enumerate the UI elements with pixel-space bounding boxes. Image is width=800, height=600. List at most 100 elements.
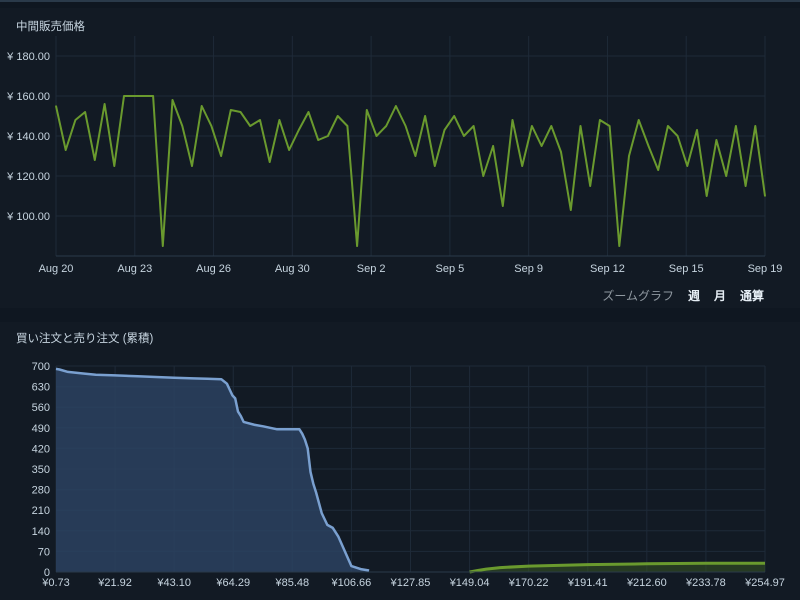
price-data-point	[317, 139, 320, 141]
price-y-tick-label: ¥ 140.00	[6, 131, 50, 143]
price-data-point	[142, 95, 145, 97]
depth-y-tick-label: 280	[32, 485, 50, 497]
price-data-point	[540, 145, 543, 147]
price-data-point	[64, 149, 67, 151]
price-data-point	[501, 205, 504, 207]
depth-x-tick-label: ¥0.73	[41, 577, 70, 589]
depth-y-tick-label: 420	[32, 443, 50, 455]
zoom-controls: ズームグラフ 週 月 通算	[602, 287, 764, 304]
price-data-point	[123, 95, 125, 97]
price-x-tick-label: Aug 26	[196, 263, 231, 275]
price-data-point	[453, 115, 456, 117]
price-data-point	[579, 125, 582, 127]
price-data-point	[230, 109, 232, 111]
price-y-tick-label: ¥ 160.00	[6, 91, 50, 103]
price-data-point	[608, 125, 611, 127]
price-data-point	[152, 95, 154, 97]
price-y-tick-label: ¥ 100.00	[6, 211, 50, 223]
price-data-point	[307, 111, 310, 113]
depth-x-tick-label: ¥191.41	[567, 577, 608, 589]
price-data-point	[298, 129, 300, 131]
price-data-point	[171, 99, 174, 101]
price-data-point	[200, 105, 203, 107]
price-data-point	[705, 195, 708, 197]
price-data-point	[239, 111, 242, 113]
price-data-point	[560, 151, 562, 153]
depth-x-tick-label: ¥64.29	[215, 577, 250, 589]
depth-x-tick-label: ¥254.97	[744, 577, 785, 589]
depth-y-tick-label: 350	[32, 464, 50, 476]
price-data-point	[395, 105, 397, 107]
price-data-point	[531, 125, 533, 127]
price-data-point	[764, 195, 766, 197]
price-data-point	[132, 95, 135, 97]
price-data-point	[443, 129, 446, 131]
price-data-point	[472, 125, 475, 127]
buy-orders-area	[56, 368, 370, 572]
price-x-tick-label: Aug 30	[275, 263, 310, 275]
price-history-chart[interactable]: ¥ 180.00 ¥ 160.00 ¥ 140.00 ¥ 120.00 ¥ 100.00…	[0, 8, 800, 308]
price-data-point	[356, 245, 358, 247]
zoom-all-button[interactable]: 通算	[740, 287, 764, 304]
price-data-point	[482, 175, 485, 177]
depth-y-tick-label: 210	[32, 505, 50, 517]
price-data-point	[676, 135, 679, 137]
price-data-point	[84, 111, 86, 113]
price-data-point	[686, 165, 689, 167]
price-data-point	[210, 125, 213, 127]
depth-x-tick-label: ¥106.66	[331, 577, 372, 589]
depth-x-tick-label: ¥212.60	[626, 577, 667, 589]
depth-y-tick-label: 70	[38, 546, 50, 558]
zoom-label: ズームグラフ	[602, 289, 674, 303]
price-data-point	[220, 155, 222, 157]
price-data-point	[375, 135, 378, 137]
price-data-point	[647, 145, 650, 147]
panel-separator	[0, 310, 800, 322]
price-data-point	[511, 119, 514, 121]
price-y-tick-label: ¥ 120.00	[6, 171, 50, 183]
depth-y-tick-label: 490	[32, 423, 50, 435]
price-x-tick-label: Aug 20	[39, 263, 74, 275]
price-data-point	[414, 155, 417, 157]
depth-x-tick-label: ¥233.78	[685, 577, 726, 589]
price-x-tick-label: Sep 9	[514, 263, 543, 275]
price-x-tick-label: Sep 5	[436, 263, 465, 275]
price-data-point	[463, 135, 465, 137]
order-depth-chart[interactable]: 700630560490420350280210140700¥0.73 ¥21.9…	[0, 322, 800, 600]
price-data-point	[637, 119, 640, 121]
depth-y-tick-label: 700	[32, 361, 50, 373]
price-data-point	[725, 175, 727, 177]
price-data-point	[569, 209, 572, 211]
depth-x-tick-label: ¥127.85	[390, 577, 431, 589]
depth-x-tick-label: ¥21.92	[97, 577, 132, 589]
price-data-point	[744, 185, 747, 187]
price-data-point	[259, 119, 261, 121]
price-x-tick-label: Sep 19	[748, 263, 783, 275]
zoom-week-button[interactable]: 週	[688, 287, 700, 304]
price-data-point	[55, 105, 57, 107]
price-data-point	[618, 245, 621, 247]
depth-x-tick-label: ¥149.04	[449, 577, 490, 589]
price-data-point	[404, 125, 407, 127]
price-data-point	[657, 169, 659, 171]
price-data-point	[492, 145, 494, 147]
price-x-tick-label: Sep 15	[669, 263, 704, 275]
depth-x-tick-label: ¥85.48	[275, 577, 310, 589]
price-data-point	[113, 165, 116, 167]
price-x-tick-label: Sep 2	[357, 263, 386, 275]
price-data-point	[278, 119, 281, 121]
price-data-point	[550, 125, 553, 127]
price-history-panel: 中間販売価格 ¥ 180.00 ¥ 160.00 ¥ 140.00 ¥ 120.00 ¥…	[0, 8, 800, 308]
price-data-point	[288, 149, 290, 151]
price-x-tick-label: Aug 23	[117, 263, 152, 275]
price-data-point	[385, 125, 388, 127]
price-data-point	[162, 245, 164, 247]
price-data-point	[249, 125, 252, 127]
price-data-point	[521, 165, 523, 167]
price-data-point	[667, 125, 669, 127]
price-y-tick-label: ¥ 180.00	[6, 51, 50, 63]
zoom-month-button[interactable]: 月	[714, 287, 726, 304]
price-data-point	[715, 139, 718, 141]
order-depth-panel: 買い注文と売り注文 (累積) 700 630 560 490 420 350 280 210 1…	[0, 322, 800, 600]
price-series-line	[55, 95, 766, 247]
